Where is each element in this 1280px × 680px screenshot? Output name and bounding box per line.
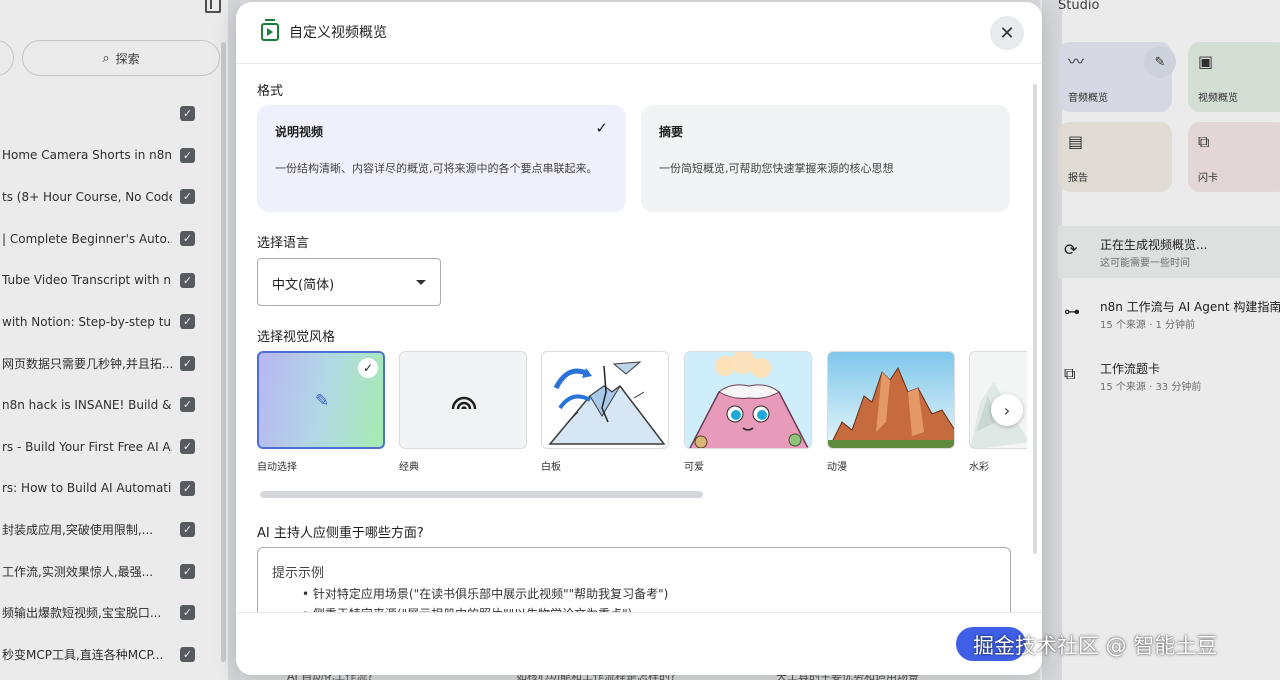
whiteboard-volcano-illustration <box>548 361 666 445</box>
style-thumbnail <box>399 351 527 449</box>
style-option-classic[interactable]: 经典 <box>399 351 527 473</box>
language-select[interactable]: 中文(简体) <box>257 258 441 306</box>
dialog-footer <box>236 612 1042 675</box>
style-option-auto[interactable]: ✓ ✎ 自动选择 <box>257 351 385 473</box>
video-overview-icon <box>261 19 279 41</box>
language-label: 选择语言 <box>257 236 310 251</box>
style-thumbnail <box>827 351 955 449</box>
style-thumbnail: ✓ ✎ <box>257 351 385 449</box>
style-option-label: 动漫 <box>827 462 847 473</box>
watermark: 掘金技术社区 @ 智能土豆 <box>973 634 1218 658</box>
visual-style-label: 选择视觉风格 <box>257 330 336 345</box>
anime-mountain-illustration <box>828 352 954 448</box>
check-icon: ✓ <box>358 358 378 378</box>
dialog-scrollbar[interactable] <box>1033 84 1037 554</box>
carousel-scrollbar[interactable] <box>260 491 703 498</box>
check-icon: ✓ <box>595 119 608 137</box>
prompt-example-item: 侧重于特定来源("展示相册中的照片""以生物学论文为重点") <box>302 604 996 612</box>
dialog-header: 自定义视频概览 ✕ <box>236 2 1042 64</box>
format-option-explainer[interactable]: 说明视频 ✓ 一份结构清晰、内容详尽的概览,可将来源中的各个要点串联起来。 <box>257 105 626 212</box>
style-option-label: 水彩 <box>969 462 989 473</box>
focus-label: AI 主持人应侧重于哪些方面? <box>257 526 424 541</box>
style-option-label: 可爱 <box>684 462 704 473</box>
style-option-label: 经典 <box>399 462 419 473</box>
style-option-label: 自动选择 <box>257 462 297 473</box>
cute-volcano-illustration <box>685 352 811 448</box>
format-option-description: 一份简短概览,可帮助您快速掌握来源的核心思想 <box>659 162 894 175</box>
visual-style-carousel: ✓ ✎ 自动选择 经典 白板 可爱 动漫 水彩 <box>257 351 1027 481</box>
style-thumbnail <box>684 351 812 449</box>
style-option-anime[interactable]: 动漫 <box>827 351 955 473</box>
format-option-summary[interactable]: 摘要 一份简短概览,可帮助您快速掌握来源的核心思想 <box>641 105 1010 212</box>
style-thumbnail <box>541 351 669 449</box>
classic-style-icon <box>451 396 477 410</box>
prompt-example-list: 针对特定应用场景("在读书俱乐部中展示此视频""帮助我复习备考") 侧重于特定来… <box>302 584 996 612</box>
pencil-icon: ✎ <box>315 391 330 411</box>
dropdown-caret-icon <box>416 280 426 285</box>
format-option-name: 摘要 <box>659 125 684 139</box>
dialog-body: 格式 说明视频 ✓ 一份结构清晰、内容详尽的概览,可将来源中的各个要点串联起来。… <box>236 64 1042 612</box>
carousel-next-button[interactable]: › <box>991 394 1023 426</box>
format-label: 格式 <box>257 84 284 99</box>
language-value: 中文(简体) <box>272 278 335 293</box>
chevron-right-icon: › <box>1003 400 1011 420</box>
focus-prompt-textarea[interactable]: 提示示例 针对特定应用场景("在读书俱乐部中展示此视频""帮助我复习备考") 侧… <box>257 547 1011 612</box>
prompt-example-item: 针对特定应用场景("在读书俱乐部中展示此视频""帮助我复习备考") <box>302 584 996 604</box>
customize-video-overview-dialog: 自定义视频概览 ✕ 格式 说明视频 ✓ 一份结构清晰、内容详尽的概览,可将来源中… <box>236 2 1042 675</box>
style-option-label: 白板 <box>541 462 561 473</box>
style-option-cute[interactable]: 可爱 <box>684 351 812 473</box>
close-button[interactable]: ✕ <box>990 16 1024 50</box>
close-icon: ✕ <box>999 22 1015 44</box>
dialog-title: 自定义视频概览 <box>289 25 387 41</box>
format-option-name: 说明视频 <box>275 125 324 139</box>
format-option-description: 一份结构清晰、内容详尽的概览,可将来源中的各个要点串联起来。 <box>275 162 598 175</box>
style-option-whiteboard[interactable]: 白板 <box>541 351 669 473</box>
prompt-example-title: 提示示例 <box>272 566 325 581</box>
